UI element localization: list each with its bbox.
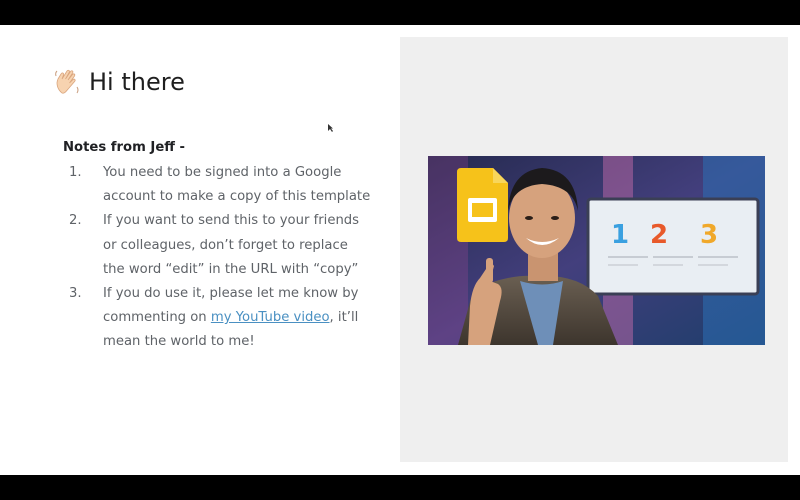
- list-text: If you want to send this to your friends…: [103, 213, 360, 277]
- list-item: 1. You need to be signed into a Google a…: [63, 161, 373, 209]
- slide-title: Hi there: [53, 67, 185, 97]
- list-number: 3.: [69, 286, 82, 302]
- bottom-letterbox: [0, 475, 800, 500]
- mouse-cursor-icon: [328, 119, 333, 132]
- list-number: 1.: [69, 165, 82, 180]
- google-slides-icon: [457, 168, 508, 242]
- monitor: 1 2 3: [586, 197, 760, 296]
- notes-heading: Notes from Jeff -: [63, 140, 186, 155]
- notes-section: Notes from Jeff - 1. You need to be sign…: [63, 137, 373, 355]
- youtube-video-link[interactable]: my YouTube video: [211, 310, 330, 325]
- list-item: 3. If you do use it, please let me know …: [63, 282, 373, 355]
- waving-hand-icon: [55, 69, 79, 94]
- slide-canvas: Hi there Notes from Jeff - 1. You need t…: [0, 25, 800, 475]
- list-text: If you do use it, please let me know by …: [103, 282, 373, 355]
- list-item: 2. If you want to send this to your frie…: [63, 209, 373, 282]
- notes-list: 1. You need to be signed into a Google a…: [63, 161, 373, 355]
- list-text: You need to be signed into a Google acco…: [103, 165, 371, 205]
- screen-number: 1: [611, 220, 629, 250]
- screen-number: 2: [650, 220, 668, 250]
- video-thumbnail: 1 2 3: [428, 156, 765, 345]
- list-number: 2.: [69, 213, 82, 229]
- screen-number: 3: [700, 220, 718, 250]
- top-letterbox: [0, 0, 800, 25]
- title-text: Hi there: [89, 68, 185, 96]
